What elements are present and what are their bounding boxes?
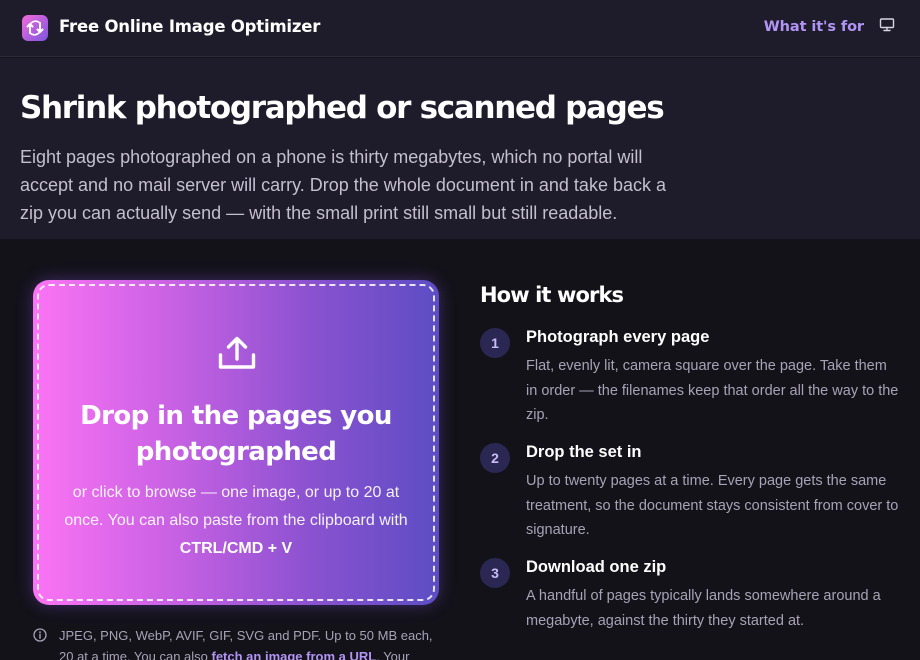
step-title: Download one zip [526,558,667,576]
step-number-badge: 2 [480,443,510,473]
paste-shortcut: CTRL/CMD + V [179,540,293,557]
drop-zone-title: Drop in the pages you photographed [80,401,392,467]
formats-text-suffix: . Your [376,649,410,660]
brand-name[interactable]: Free Online Image Optimizer [59,17,320,36]
nav-link-what-its-for[interactable]: What it's for [764,19,864,35]
fetch-url-link[interactable]: fetch an image from a URL [212,649,377,660]
drop-zone-subtitle: or click to browse — one image, or up to… [63,479,409,563]
step-title: Photograph every page [526,328,710,346]
step-number-badge: 3 [480,558,510,588]
step-description: A handful of pages typically lands somew… [526,588,881,629]
top-bar: Free Online Image Optimizer What it's fo… [0,0,920,57]
file-drop-zone[interactable]: Drop in the pages you photographed or cl… [33,280,439,605]
hero-section: Shrink photographed or scanned pages Eig… [0,58,920,239]
drop-zone-subtitle-text: or click to browse — one image, or up to… [64,484,408,529]
step-description: Up to twenty pages at a time. Every page… [526,473,899,538]
upload-icon [218,336,256,369]
monitor-icon[interactable] [879,17,895,33]
hero-description: Eight pages photographed on a phone is t… [20,147,666,223]
step-description: Flat, evenly lit, camera square over the… [526,358,899,423]
optimize-arrows-icon[interactable] [22,15,48,41]
step-number-badge: 1 [480,328,510,358]
step-title: Drop the set in [526,443,642,461]
supported-formats-note: JPEG, PNG, WebP, AVIF, GIF, SVG and PDF.… [59,625,439,660]
info-icon [33,628,47,642]
page-title: Shrink photographed or scanned pages [20,90,665,126]
how-it-works-title: How it works [480,283,624,307]
